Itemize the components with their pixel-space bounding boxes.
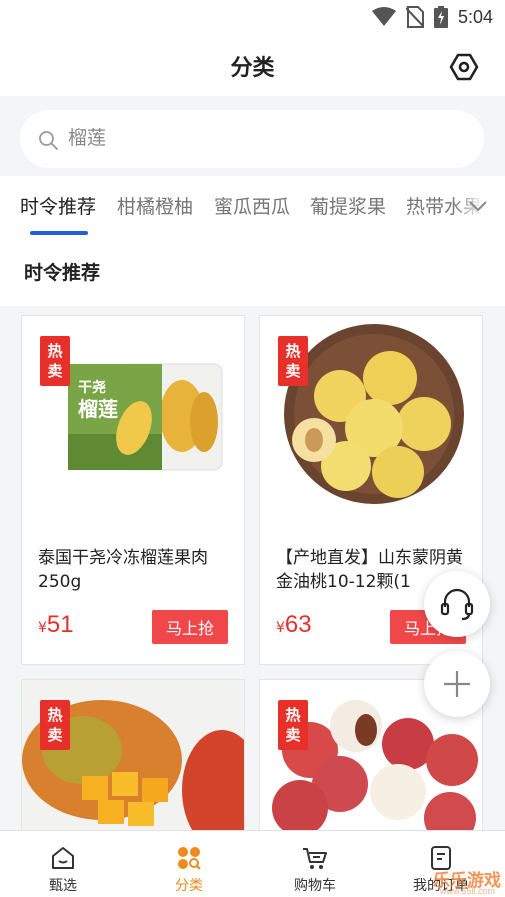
search-area bbox=[0, 96, 505, 176]
nav-label: 分类 bbox=[175, 878, 203, 894]
bottom-nav: 甄选 分类 购物车 我的订单 bbox=[0, 830, 505, 897]
package-label-2: 榴莲 bbox=[78, 397, 118, 421]
section-header: 时令推荐 bbox=[0, 240, 505, 306]
hot-sale-badge: 热 卖 bbox=[278, 336, 308, 386]
home-icon bbox=[52, 847, 74, 869]
product-price: ¥51 bbox=[38, 611, 74, 638]
tab-seasonal[interactable]: 时令推荐 bbox=[20, 192, 96, 219]
battery-charging-icon bbox=[433, 6, 448, 28]
hot-sale-badge: 热 卖 bbox=[40, 700, 70, 750]
product-price: ¥63 bbox=[276, 611, 312, 638]
status-icons: 5:04 bbox=[371, 6, 493, 28]
product-card[interactable]: 热 卖 bbox=[21, 679, 245, 830]
search-icon bbox=[39, 131, 58, 150]
settings-hexagon-icon bbox=[449, 53, 479, 81]
headset-icon bbox=[440, 588, 474, 621]
buy-now-button[interactable]: 马上抢 bbox=[152, 610, 228, 644]
settings-button[interactable] bbox=[449, 52, 479, 82]
tab-berries[interactable]: 葡提浆果 bbox=[310, 192, 386, 219]
no-sim-icon bbox=[405, 6, 424, 28]
category-grid-icon bbox=[178, 847, 201, 870]
package-label-1: 干尧 bbox=[78, 379, 106, 396]
product-name: 泰国干尧冷冻榴莲果肉250g bbox=[38, 548, 208, 592]
section-title: 时令推荐 bbox=[24, 262, 101, 284]
wifi-icon bbox=[371, 7, 396, 26]
status-bar: 5:04 bbox=[0, 0, 505, 34]
customer-service-button[interactable] bbox=[424, 571, 490, 637]
category-tabs: 时令推荐 柑橘橙柚 蜜瓜西瓜 葡提浆果 热带水果 bbox=[0, 176, 505, 240]
product-card[interactable]: 干尧 榴莲 热 卖 泰国干尧冷冻榴莲果肉250g ¥51 马上抢 bbox=[21, 315, 245, 665]
product-grid: 干尧 榴莲 热 卖 泰国干尧冷冻榴莲果肉250g ¥51 马上抢 热 卖 【产地… bbox=[0, 306, 505, 830]
hot-sale-badge: 热 卖 bbox=[40, 336, 70, 386]
add-button[interactable] bbox=[424, 651, 490, 717]
chevron-down-icon[interactable] bbox=[467, 198, 489, 216]
nav-home[interactable]: 甄选 bbox=[0, 831, 126, 897]
nav-cart[interactable]: 购物车 bbox=[252, 831, 378, 897]
hot-sale-badge: 热 卖 bbox=[278, 700, 308, 750]
tab-citrus[interactable]: 柑橘橙柚 bbox=[117, 192, 193, 219]
active-tab-indicator bbox=[30, 231, 88, 235]
cart-icon bbox=[303, 848, 327, 869]
nav-label: 甄选 bbox=[49, 878, 77, 894]
page-title: 分类 bbox=[230, 56, 275, 81]
search-box[interactable] bbox=[20, 110, 484, 168]
header: 分类 bbox=[0, 34, 505, 96]
status-time: 5:04 bbox=[457, 6, 493, 27]
search-input[interactable] bbox=[68, 122, 448, 154]
watermark-url: www.55ll.com bbox=[439, 886, 495, 896]
tab-melon[interactable]: 蜜瓜西瓜 bbox=[214, 192, 290, 219]
nav-category[interactable]: 分类 bbox=[126, 831, 252, 897]
plus-icon bbox=[444, 671, 470, 697]
nav-label: 购物车 bbox=[294, 878, 336, 894]
